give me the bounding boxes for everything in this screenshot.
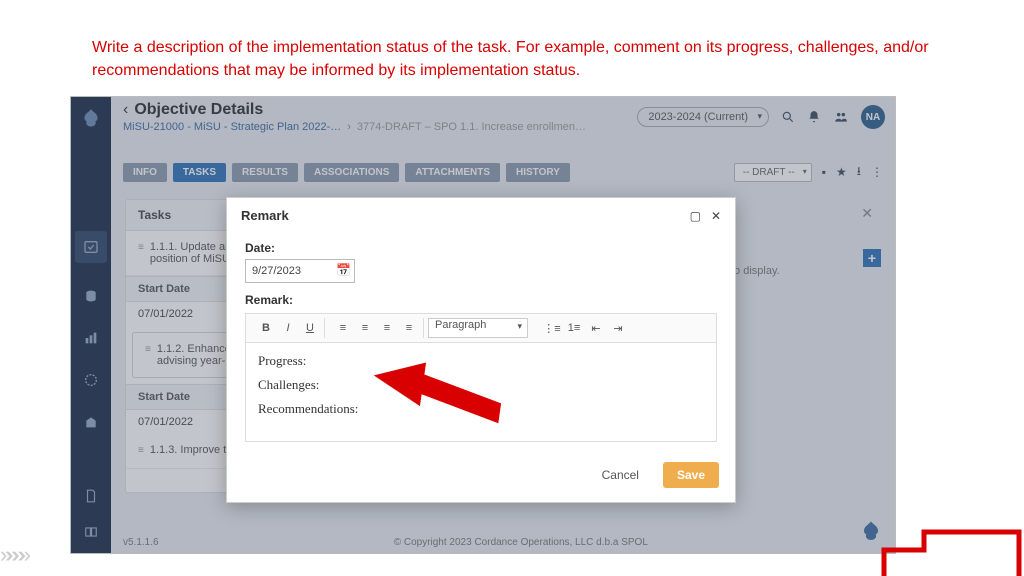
indent-icon[interactable]: ⇥ [608, 318, 628, 338]
modal-title: Remark [241, 208, 289, 223]
remark-editor[interactable]: Progress: Challenges: Recommendations: [245, 342, 717, 442]
bold-icon[interactable]: B [256, 318, 276, 338]
date-label: Date: [245, 241, 717, 255]
save-button[interactable]: Save [663, 462, 719, 488]
cancel-button[interactable]: Cancel [588, 462, 653, 488]
align-right-icon[interactable]: ≡ [377, 318, 397, 338]
decorative-chevrons-icon: »»»» [0, 542, 25, 568]
remark-modal: Remark ▢ ✕ Date: 📅 Remark: B I U ≡ [226, 197, 736, 503]
decorative-corner-icon [864, 520, 1024, 576]
underline-icon[interactable]: U [300, 318, 320, 338]
outdent-icon[interactable]: ⇤ [586, 318, 606, 338]
italic-icon[interactable]: I [278, 318, 298, 338]
align-justify-icon[interactable]: ≡ [399, 318, 419, 338]
bullet-list-icon[interactable]: ⋮≡ [542, 318, 562, 338]
editor-line: Progress: [258, 353, 704, 369]
editor-toolbar: B I U ≡ ≡ ≡ ≡ Paragraph ⋮≡ 1≡ ⇤ ⇥ [245, 313, 717, 342]
instruction-text: Write a description of the implementatio… [92, 36, 984, 82]
number-list-icon[interactable]: 1≡ [564, 318, 584, 338]
editor-line: Recommendations: [258, 401, 704, 417]
close-icon[interactable]: ✕ [711, 209, 721, 223]
editor-line: Challenges: [258, 377, 704, 393]
calendar-icon[interactable]: 📅 [336, 263, 351, 277]
maximize-icon[interactable]: ▢ [690, 209, 701, 223]
format-select[interactable]: Paragraph [428, 318, 528, 338]
align-left-icon[interactable]: ≡ [333, 318, 353, 338]
align-center-icon[interactable]: ≡ [355, 318, 375, 338]
app-frame: ‹ Objective Details MiSU-21000 - MiSU - … [70, 96, 896, 554]
remark-label: Remark: [245, 293, 717, 307]
